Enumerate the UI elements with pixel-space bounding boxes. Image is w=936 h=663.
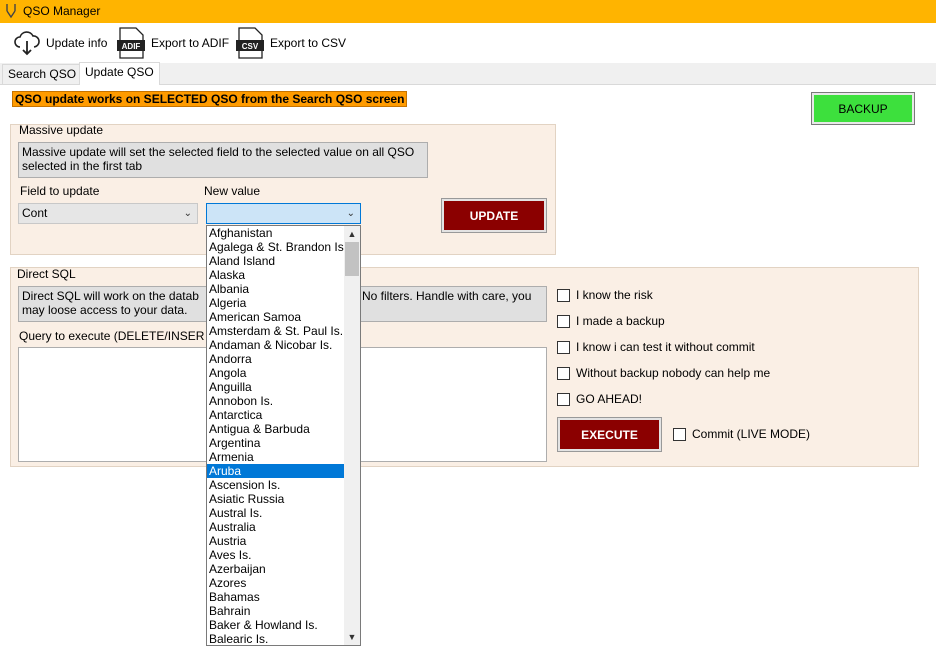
update-info-label: Update info [46,36,108,50]
dropdown-scrollbar[interactable]: ▲ ▼ [344,226,360,645]
dropdown-item[interactable]: Bahrain [207,604,344,618]
massive-update-title: Massive update [19,123,104,137]
checkbox-label: I know i can test it without commit [576,340,755,354]
csv-icon-text: CSV [242,42,259,51]
dropdown-item[interactable]: Ascension Is. [207,478,344,492]
dropdown-item[interactable]: Afghanistan [207,226,344,240]
checkbox-no-backup-no-help[interactable]: Without backup nobody can help me [557,366,770,380]
checkbox-go-ahead[interactable]: GO AHEAD! [557,392,642,406]
checkbox-label: Commit (LIVE MODE) [692,427,811,441]
direct-sql-info-right: No filters. Handle with care, you [362,289,532,303]
dropdown-item[interactable]: Austral Is. [207,506,344,520]
dropdown-item[interactable]: Albania [207,282,344,296]
cloud-download-icon [14,31,40,56]
dropdown-item[interactable]: Aland Island [207,254,344,268]
dropdown-item[interactable]: Aves Is. [207,548,344,562]
checkbox-label: I made a backup [576,314,665,328]
toolbar: Update info ADIF Export to ADIF CSV Expo… [0,23,936,63]
chevron-down-icon: ⌄ [183,208,192,219]
backup-button[interactable]: BACKUP [811,92,915,125]
dropdown-item[interactable]: Andaman & Nicobar Is. [207,338,344,352]
scroll-down-icon[interactable]: ▼ [344,630,360,644]
window-title: QSO Manager [23,4,101,18]
dropdown-item[interactable]: Bahamas [207,590,344,604]
field-to-update-value: Cont [22,206,48,220]
field-to-update-select[interactable]: Cont ⌄ [18,203,198,224]
dropdown-item[interactable]: Alaska [207,268,344,282]
dropdown-item[interactable]: Aruba [207,464,344,478]
new-value-dropdown-list[interactable]: Afghanistan Agalega & St. Brandon Is. Alan… [206,225,361,646]
checkbox-made-backup[interactable]: I made a backup [557,314,665,328]
chevron-down-icon: ⌄ [346,208,355,219]
tab-update-qso[interactable]: Update QSO [79,62,160,85]
dropdown-item[interactable]: Angola [207,366,344,380]
tab-strip: Search QSO Update QSO [0,62,936,85]
update-info-button[interactable]: Update info [13,26,107,60]
dropdown-item[interactable]: Asiatic Russia [207,492,344,506]
adif-icon-text: ADIF [122,42,141,51]
update-button-label: UPDATE [444,201,544,230]
dropdown-item[interactable]: Australia [207,520,344,534]
dropdown-item[interactable]: Annobon Is. [207,394,344,408]
dropdown-item[interactable]: Baker & Howland Is. [207,618,344,632]
dropdown-item[interactable]: American Samoa [207,310,344,324]
checkbox-know-risk[interactable]: I know the risk [557,288,653,302]
checkbox-box[interactable] [557,314,570,328]
dropdown-item[interactable]: Balearic Is. [207,632,344,645]
dropdown-item[interactable]: Antarctica [207,408,344,422]
export-adif-button[interactable]: ADIF Export to ADIF [116,26,229,60]
update-button[interactable]: UPDATE [441,198,547,233]
adif-file-icon: ADIF [117,27,145,59]
checkbox-label: GO AHEAD! [576,392,643,406]
app-icon [6,4,16,19]
csv-file-icon: CSV [236,27,264,59]
field-to-update-label: Field to update [20,184,100,198]
dropdown-item[interactable]: Amsterdam & St. Paul Is. [207,324,344,338]
checkbox-box[interactable] [557,366,570,380]
export-adif-label: Export to ADIF [151,36,230,50]
dropdown-item[interactable]: Algeria [207,296,344,310]
new-value-label: New value [204,184,261,198]
checkbox-commit-live[interactable]: Commit (LIVE MODE) [673,427,810,441]
dropdown-item[interactable]: Austria [207,534,344,548]
backup-button-label: BACKUP [814,95,912,122]
execute-button[interactable]: EXECUTE [557,417,662,452]
dropdown-item[interactable]: Azores [207,576,344,590]
checkbox-box[interactable] [557,340,570,354]
checkbox-label: I know the risk [576,288,653,302]
dropdown-item[interactable]: Agalega & St. Brandon Is. [207,240,344,254]
scroll-thumb[interactable] [345,242,359,276]
dropdown-item[interactable]: Argentina [207,436,344,450]
checkbox-box[interactable] [557,288,570,302]
title-bar: QSO Manager [0,0,936,23]
checkbox-box[interactable] [557,392,570,406]
scroll-up-icon[interactable]: ▲ [344,227,360,241]
query-label: Query to execute (DELETE/INSER [19,329,205,343]
export-csv-label: Export to CSV [270,36,347,50]
export-csv-button[interactable]: CSV Export to CSV [235,26,346,60]
warning-banner: QSO update works on SELECTED QSO from th… [12,91,408,107]
dropdown-item[interactable]: Azerbaijan [207,562,344,576]
direct-sql-title: Direct SQL [17,267,76,281]
dropdown-item[interactable]: Andorra [207,352,344,366]
tab-search-qso[interactable]: Search QSO [2,64,83,84]
dropdown-item[interactable]: Antigua & Barbuda [207,422,344,436]
dropdown-item[interactable]: Anguilla [207,380,344,394]
dropdown-item[interactable]: Armenia [207,450,344,464]
massive-update-info: Massive update will set the selected fie… [18,142,428,178]
dropdown-items: Afghanistan Agalega & St. Brandon Is. Alan… [207,226,344,645]
new-value-select[interactable]: ⌄ [206,203,361,224]
execute-button-label: EXECUTE [560,420,659,449]
checkbox-label: Without backup nobody can help me [576,366,771,380]
checkbox-box[interactable] [673,427,686,441]
checkbox-test-without-commit[interactable]: I know i can test it without commit [557,340,755,354]
